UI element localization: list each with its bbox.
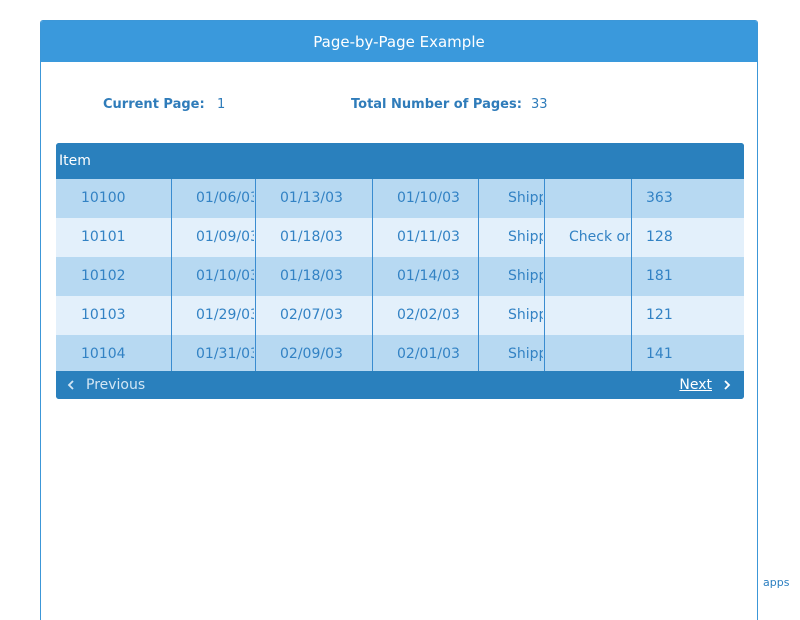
next-label[interactable]: Next (679, 377, 712, 393)
table-cell (569, 296, 630, 335)
table-cell: 01/18/03 (280, 268, 343, 284)
chevron-right-icon (724, 380, 731, 390)
apps-link[interactable]: apps (763, 576, 789, 589)
table-cell: Shipped (508, 268, 543, 284)
table-cell (569, 179, 630, 218)
column-divider (478, 179, 479, 371)
table-cell: Shipped (508, 307, 543, 323)
current-page-value: 1 (217, 97, 226, 112)
table-cell: Shipped (508, 346, 543, 362)
previous-label: Previous (86, 377, 146, 393)
table-cell (569, 257, 630, 296)
table-cell: 02/09/03 (280, 346, 343, 362)
grid-body: 1010001/06/0301/13/0301/10/03Shipped3631… (56, 179, 744, 371)
table-cell: 10103 (81, 307, 126, 323)
table-cell: 01/31/03 (196, 346, 254, 362)
table-cell: 141 (646, 346, 673, 362)
table-cell: Check on (569, 229, 630, 245)
table-cell (569, 335, 630, 371)
table-cell: 01/13/03 (280, 190, 343, 206)
table-cell: 121 (646, 307, 673, 323)
pager-bar: Previous Next (56, 371, 744, 399)
table-row[interactable]: 10102 01/10/03 01/18/03 01/14/03 Shipped 181 (56, 257, 744, 296)
data-grid: Item 10100 01/06/03 01/13/03 01/10/03 Shippe… (56, 143, 744, 399)
table-cell: 01/09/03 (196, 229, 254, 245)
table-cell: 363 (646, 190, 673, 206)
column-divider (544, 179, 545, 371)
table-cell: 01/10/03 (196, 268, 254, 284)
previous-button[interactable]: Previous (64, 371, 145, 399)
table-cell: 01/14/03 (397, 268, 460, 284)
table-row[interactable]: 10101 01/09/03 01/18/03 01/11/03 Shipped Chec… (56, 218, 744, 257)
next-button[interactable]: Next (679, 371, 734, 399)
table-cell: 10102 (81, 268, 126, 284)
table-cell: 01/11/03 (397, 229, 460, 245)
total-pages-label: Total Number of Pages: (351, 97, 522, 112)
table-cell: 01/29/03 (196, 307, 254, 323)
table-cell: 01/06/03 (196, 190, 254, 206)
table-cell: 181 (646, 268, 673, 284)
current-page-label: Current Page: (103, 97, 205, 112)
total-pages-value: 33 (531, 97, 548, 112)
table-row[interactable]: 10104 01/31/03 02/09/03 02/01/03 Shipped 141 (56, 335, 744, 371)
table-row[interactable]: 10103 01/29/03 02/07/03 02/02/03 Shipped 121 (56, 296, 744, 335)
table-cell: 10104 (81, 346, 126, 362)
column-divider (171, 179, 172, 371)
table-cell: 128 (646, 229, 673, 245)
table-cell: 01/10/03 (397, 190, 460, 206)
table-cell: Shipped (508, 190, 543, 206)
table-cell: 02/01/03 (397, 346, 460, 362)
chevron-left-icon (67, 380, 74, 390)
column-divider (631, 179, 632, 371)
column-divider (372, 179, 373, 371)
table-cell: 01/18/03 (280, 229, 343, 245)
table-cell: 02/07/03 (280, 307, 343, 323)
table-cell: 02/02/03 (397, 307, 460, 323)
column-divider (255, 179, 256, 371)
table-cell: Shipped (508, 229, 543, 245)
table-cell: 10101 (81, 229, 126, 245)
page-info: Current Page: 1 Total Number of Pages: 3… (41, 97, 757, 117)
grid-header-item: Item (56, 143, 744, 179)
page-by-page-panel: Page-by-Page Example Current Page: 1 Tot… (40, 20, 758, 620)
table-row[interactable]: 10100 01/06/03 01/13/03 01/10/03 Shipped 363 (56, 179, 744, 218)
table-cell: 10100 (81, 190, 126, 206)
panel-title: Page-by-Page Example (41, 21, 757, 62)
